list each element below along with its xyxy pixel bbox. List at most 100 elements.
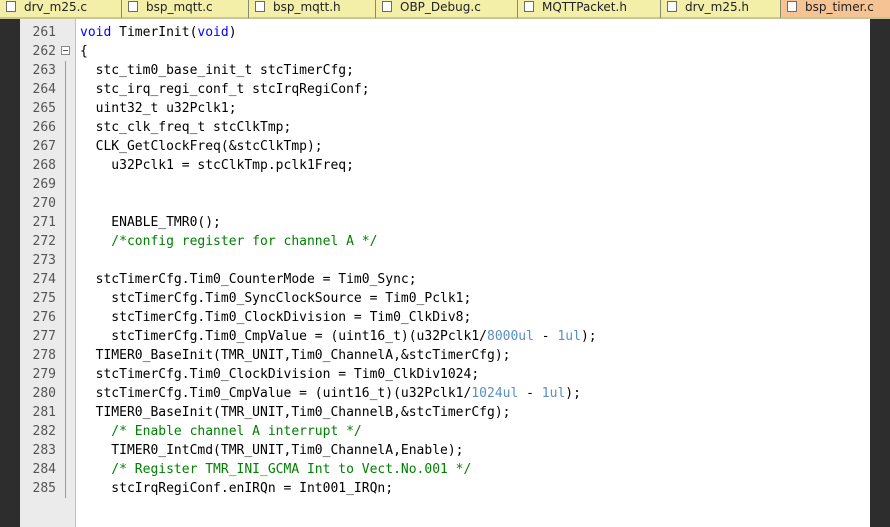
code-line[interactable]: 270	[20, 194, 870, 213]
code-editor[interactable]: 261 void TimerInit(void) 262 {263 stc_tim0_…	[20, 19, 870, 527]
line-number: 271	[32, 215, 56, 230]
code-text: stcTimerCfg.Tim0_ClockDivision = Tim0_Cl…	[80, 365, 480, 384]
code-line[interactable]: 284 /* Register TMR_INI_GCMA Int to Vect…	[20, 460, 870, 479]
code-line[interactable]: 276 stcTimerCfg.Tim0_ClockDivision = Tim…	[20, 308, 870, 327]
code-token: TIMER0_BaseInit(TMR_UNIT,Tim0_ChannelA,&…	[80, 348, 511, 363]
line-number: 267	[32, 139, 56, 154]
code-line[interactable]: 280 stcTimerCfg.Tim0_CmpValue = (uint16_…	[20, 384, 870, 403]
tab-mqttpacket-h[interactable]: MQTTPacket.h	[518, 0, 661, 19]
line-number: 273	[32, 253, 56, 268]
line-number: 277	[32, 329, 56, 344]
line-number: 270	[32, 196, 56, 211]
code-line[interactable]: 266 stc_clk_freq_t stcClkTmp;	[20, 118, 870, 137]
code-text: {	[80, 42, 88, 61]
fold-guide-line	[65, 80, 66, 99]
code-text: /* Enable channel A interrupt */	[80, 422, 362, 441]
code-text: stc_clk_freq_t stcClkTmp;	[80, 118, 292, 137]
code-text: TIMER0_BaseInit(TMR_UNIT,Tim0_ChannelA,&…	[80, 346, 511, 365]
fold-guide-line	[65, 460, 66, 479]
tab-bsp-mqtt-h[interactable]: bsp_mqtt.h	[249, 0, 376, 19]
code-token: -	[533, 329, 558, 344]
code-line[interactable]: 261 void TimerInit(void)	[20, 23, 870, 42]
code-token: TIMER0_IntCmd(TMR_UNIT,Tim0_ChannelA,Ena…	[80, 443, 464, 458]
code-token: stcTimerCfg.Tim0_CmpValue = (uint16_t)(u…	[80, 329, 487, 344]
fold-guide-line	[65, 289, 66, 308]
code-text: stcTimerCfg.Tim0_ClockDivision = Tim0_Cl…	[80, 308, 471, 327]
line-number: 272	[32, 234, 56, 249]
fold-guide-line	[65, 441, 66, 460]
fold-guide-line	[65, 175, 66, 194]
code-token: stc_tim0_base_init_t stcTimerCfg;	[80, 63, 354, 78]
tab-bsp-mqtt-c[interactable]: bsp_mqtt.c	[122, 0, 249, 19]
tab-label: MQTTPacket.h	[542, 0, 627, 14]
code-token: uint32_t u32Pclk1;	[80, 101, 237, 116]
code-line[interactable]: 268 u32Pclk1 = stcClkTmp.pclk1Freq;	[20, 156, 870, 175]
file-icon	[667, 1, 677, 12]
code-token: TimerInit(	[111, 25, 198, 40]
code-token: stcTimerCfg.Tim0_CmpValue = (uint16_t)(u…	[80, 386, 472, 401]
code-comment: /* Enable channel A interrupt */	[80, 424, 362, 439]
code-number: 1024ul	[471, 386, 519, 401]
code-text: stcTimerCfg.Tim0_SyncClockSource = Tim0_…	[80, 289, 471, 308]
fold-guide-line	[65, 194, 66, 213]
tab-obp-debug-c[interactable]: OBP_Debug.c	[376, 0, 518, 19]
code-line[interactable]: 269	[20, 175, 870, 194]
tab-drv-m25-c[interactable]: drv_m25.c	[0, 0, 122, 19]
code-token: -	[518, 386, 542, 401]
code-token: stcTimerCfg.Tim0_CounterMode = Tim0_Sync…	[80, 272, 417, 287]
tab-bsp-timer-c[interactable]: bsp_timer.c	[781, 0, 890, 19]
code-text: stcIrqRegiConf.enIRQn = Int001_IRQn;	[80, 479, 393, 498]
code-line[interactable]: 285 stcIrqRegiConf.enIRQn = Int001_IRQn;	[20, 479, 870, 498]
file-tab-bar: drv_m25.c bsp_mqtt.c bsp_mqtt.h OBP_Debu…	[0, 0, 890, 19]
code-text: TIMER0_IntCmd(TMR_UNIT,Tim0_ChannelA,Ena…	[80, 441, 464, 460]
code-number: 1ul	[557, 329, 581, 344]
code-text: stcTimerCfg.Tim0_CounterMode = Tim0_Sync…	[80, 270, 417, 289]
code-line[interactable]: 279 stcTimerCfg.Tim0_ClockDivision = Tim…	[20, 365, 870, 384]
line-number: 275	[32, 291, 56, 306]
line-number: 283	[32, 443, 56, 458]
code-line[interactable]: 273	[20, 251, 870, 270]
code-line[interactable]: 264 stc_irq_regi_conf_t stcIrqRegiConf;	[20, 80, 870, 99]
code-text: stcTimerCfg.Tim0_CmpValue = (uint16_t)(u…	[80, 384, 581, 403]
code-line[interactable]: 282 /* Enable channel A interrupt */	[20, 422, 870, 441]
code-line[interactable]: 267 CLK_GetClockFreq(&stcClkTmp);	[20, 137, 870, 156]
fold-guide-line	[65, 308, 66, 327]
fold-guide-line	[65, 137, 66, 156]
code-line[interactable]: 263 stc_tim0_base_init_t stcTimerCfg;	[20, 61, 870, 80]
fold-guide-line	[65, 422, 66, 441]
code-token: stcTimerCfg.Tim0_ClockDivision = Tim0_Cl…	[80, 310, 472, 325]
fold-guide-line	[65, 156, 66, 175]
file-icon	[128, 1, 138, 12]
tab-label: bsp_timer.c	[805, 0, 874, 14]
line-number: 278	[32, 348, 56, 363]
fold-guide-line	[65, 365, 66, 384]
code-line[interactable]: 262 {	[20, 42, 870, 61]
line-number: 285	[32, 481, 56, 496]
code-token: stcTimerCfg.Tim0_SyncClockSource = Tim0_…	[80, 291, 472, 306]
code-line[interactable]: 278 TIMER0_BaseInit(TMR_UNIT,Tim0_Channe…	[20, 346, 870, 365]
code-token: stcTimerCfg.Tim0_ClockDivision = Tim0_Cl…	[80, 367, 480, 382]
code-line[interactable]: 274 stcTimerCfg.Tim0_CounterMode = Tim0_…	[20, 270, 870, 289]
code-text: void TimerInit(void)	[80, 23, 237, 42]
code-token: );	[565, 386, 581, 401]
code-line[interactable]: 283 TIMER0_IntCmd(TMR_UNIT,Tim0_ChannelA…	[20, 441, 870, 460]
code-line[interactable]: 281 TIMER0_BaseInit(TMR_UNIT,Tim0_Channe…	[20, 403, 870, 422]
tab-label: drv_m25.h	[685, 0, 750, 14]
tab-label: bsp_mqtt.c	[146, 0, 213, 14]
fold-guide-line	[65, 327, 66, 346]
code-line[interactable]: 275 stcTimerCfg.Tim0_SyncClockSource = T…	[20, 289, 870, 308]
tab-drv-m25-h[interactable]: drv_m25.h	[661, 0, 781, 19]
line-number: 276	[32, 310, 56, 325]
line-number: 279	[32, 367, 56, 382]
fold-collapse-icon[interactable]	[61, 46, 70, 55]
line-number: 264	[32, 82, 56, 97]
code-line[interactable]: 277 stcTimerCfg.Tim0_CmpValue = (uint16_…	[20, 327, 870, 346]
fold-guide-line	[65, 232, 66, 251]
fold-guide-line	[65, 61, 66, 80]
code-text: /* Register TMR_INI_GCMA Int to Vect.No.…	[80, 460, 471, 479]
code-line[interactable]: 271 ENABLE_TMR0();	[20, 213, 870, 232]
code-line[interactable]: 272 /*config register for channel A */	[20, 232, 870, 251]
code-line[interactable]: 265 uint32_t u32Pclk1;	[20, 99, 870, 118]
code-token: );	[580, 329, 597, 344]
file-icon	[787, 1, 797, 12]
